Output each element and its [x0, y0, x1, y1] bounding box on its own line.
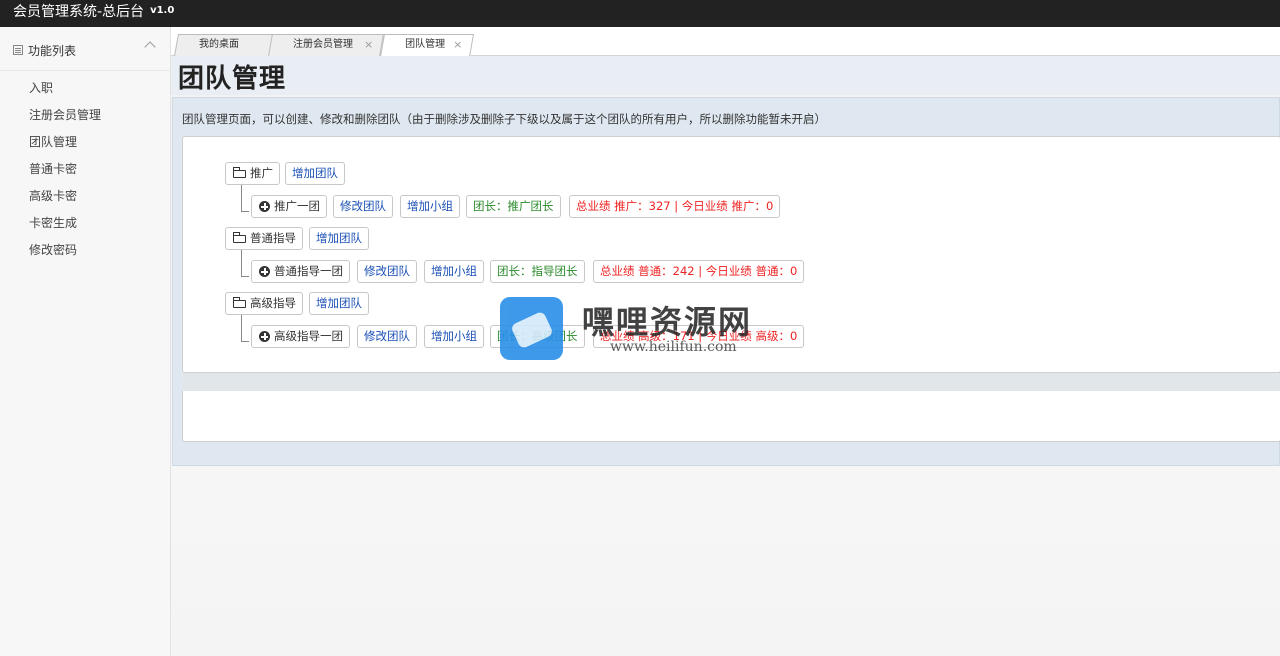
tab-team-management[interactable]: 团队管理 ×	[379, 34, 475, 57]
group-name: 高级指导一团	[274, 329, 343, 343]
app-version: v1.0	[150, 5, 175, 16]
add-team-button[interactable]: 增加团队	[309, 227, 369, 250]
tab-member-management-label: 注册会员管理	[293, 39, 353, 50]
team-node-normal-guide[interactable]: 普通指导	[225, 227, 303, 250]
team-node-advanced-guide[interactable]: 高级指导	[225, 292, 303, 315]
sidebar-item-card-generate[interactable]: 卡密生成	[0, 210, 170, 237]
sidebar-header[interactable]: 功能列表	[0, 27, 170, 71]
plus-circle-icon	[259, 201, 270, 212]
tab-team-management-label: 团队管理	[405, 39, 446, 50]
watermark-logo-icon	[500, 297, 563, 360]
group-node[interactable]: 推广一团	[251, 195, 327, 218]
tab-bar: 我的桌面 注册会员管理 × 团队管理 ×	[171, 27, 1280, 57]
team-name: 普通指导	[250, 231, 296, 245]
sidebar-item-premium-card[interactable]: 高级卡密	[0, 183, 170, 210]
sidebar-header-label: 功能列表	[28, 44, 77, 58]
group-name: 推广一团	[274, 199, 320, 213]
tab-desktop[interactable]: 我的桌面	[174, 34, 274, 56]
empty-panel	[182, 391, 1280, 442]
leader-badge: 团长：推广团长	[466, 195, 561, 218]
edit-team-button[interactable]: 修改团队	[357, 260, 417, 283]
sidebar-item-member-management[interactable]: 注册会员管理	[0, 102, 170, 129]
list-icon	[13, 45, 23, 55]
edit-team-button[interactable]: 修改团队	[333, 195, 393, 218]
plus-circle-icon	[259, 331, 270, 342]
sidebar: 功能列表 入职 注册会员管理 团队管理 普通卡密 高级卡密 卡密生成 修改密码	[0, 27, 171, 656]
top-bar: 会员管理系统-总后台 v1.0	[0, 0, 1280, 27]
team-panel: 团队管理页面，可以创建、修改和删除团队（由于删除涉及删除子下级以及属于这个团队的…	[172, 97, 1280, 466]
add-group-button[interactable]: 增加小组	[424, 260, 484, 283]
add-group-button[interactable]: 增加小组	[424, 325, 484, 348]
stats-badge: 总业绩 普通：242 | 今日业绩 普通：0	[593, 260, 805, 283]
team-name: 推广	[250, 166, 273, 180]
sidebar-menu: 入职 注册会员管理 团队管理 普通卡密 高级卡密 卡密生成 修改密码	[0, 71, 170, 264]
divider-strip	[182, 373, 1280, 391]
tab-desktop-label: 我的桌面	[199, 39, 239, 50]
folder-open-icon	[233, 232, 246, 243]
add-group-button[interactable]: 增加小组	[400, 195, 460, 218]
plus-circle-icon	[259, 266, 270, 277]
add-team-button[interactable]: 增加团队	[285, 162, 345, 185]
page-title-bar: 团队管理	[171, 56, 1280, 95]
page-description: 团队管理页面，可以创建、修改和删除团队（由于删除涉及删除子下级以及属于这个团队的…	[182, 112, 826, 126]
watermark: 嘿哩资源网 www.heilifun.com	[500, 297, 800, 361]
sidebar-item-onboarding[interactable]: 入职	[0, 75, 170, 102]
group-name: 普通指导一团	[274, 264, 343, 278]
watermark-text: 嘿哩资源网	[582, 303, 753, 341]
tab-member-management[interactable]: 注册会员管理 ×	[268, 34, 384, 56]
leader-badge: 团长：指导团长	[490, 260, 585, 283]
sidebar-item-team-management[interactable]: 团队管理	[0, 129, 170, 156]
sidebar-item-normal-card[interactable]: 普通卡密	[0, 156, 170, 183]
folder-open-icon	[233, 167, 246, 178]
chevron-up-icon[interactable]	[144, 41, 156, 53]
edit-team-button[interactable]: 修改团队	[357, 325, 417, 348]
group-node[interactable]: 普通指导一团	[251, 260, 350, 283]
add-team-button[interactable]: 增加团队	[309, 292, 369, 315]
app-title-text: 会员管理系统-总后台	[13, 4, 145, 20]
close-icon[interactable]: ×	[453, 35, 462, 55]
team-name: 高级指导	[250, 296, 296, 310]
stats-badge: 总业绩 推广：327 | 今日业绩 推广：0	[569, 195, 781, 218]
sidebar-item-change-password[interactable]: 修改密码	[0, 237, 170, 264]
team-node-promotion[interactable]: 推广	[225, 162, 280, 185]
folder-open-icon	[233, 297, 246, 308]
group-node[interactable]: 高级指导一团	[251, 325, 350, 348]
close-icon[interactable]: ×	[364, 35, 373, 55]
app-title: 会员管理系统-总后台 v1.0	[13, 3, 174, 21]
page-title: 团队管理	[178, 64, 287, 94]
watermark-url: www.heilifun.com	[610, 339, 737, 355]
